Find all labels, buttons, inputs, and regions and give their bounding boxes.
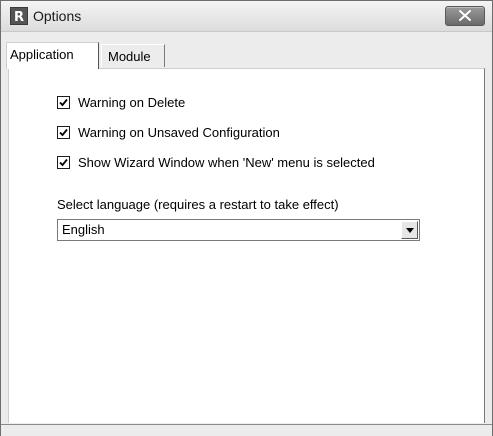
check-icon [59, 158, 68, 166]
show-wizard-label: Show Wizard Window when 'New' menu is se… [78, 154, 375, 170]
close-button[interactable] [445, 6, 485, 26]
language-select[interactable]: English [57, 219, 420, 241]
check-icon [59, 98, 68, 106]
close-icon [459, 10, 471, 21]
chevron-down-icon [406, 228, 414, 233]
window-title: Options [33, 8, 82, 24]
language-select-value: English [62, 222, 105, 237]
warning-unsaved-checkbox[interactable] [57, 125, 70, 139]
app-icon: R [10, 7, 28, 25]
tab-module[interactable]: Module [101, 44, 165, 67]
show-wizard-checkbox[interactable] [57, 155, 70, 169]
check-icon [59, 128, 68, 136]
option-show-wizard[interactable]: Show Wizard Window when 'New' menu is se… [57, 153, 375, 171]
options-window: R Options Application Module Warning on … [0, 0, 493, 436]
title-bar[interactable]: R Options [1, 1, 492, 32]
app-icon-letter: R [14, 10, 24, 25]
warning-on-delete-checkbox[interactable] [57, 95, 70, 109]
application-panel: Warning on Delete Warning on Unsaved Con… [8, 68, 485, 423]
warning-on-delete-label: Warning on Delete [78, 94, 186, 110]
bottom-bar [1, 424, 492, 436]
option-warning-unsaved[interactable]: Warning on Unsaved Configuration [57, 123, 280, 141]
language-dropdown-button[interactable] [401, 221, 418, 239]
option-warning-on-delete[interactable]: Warning on Delete [57, 93, 185, 111]
tab-strip: Application Module [1, 32, 492, 72]
warning-unsaved-label: Warning on Unsaved Configuration [78, 124, 280, 140]
language-label: Select language (requires a restart to t… [57, 197, 339, 212]
tab-application[interactable]: Application [6, 42, 99, 69]
